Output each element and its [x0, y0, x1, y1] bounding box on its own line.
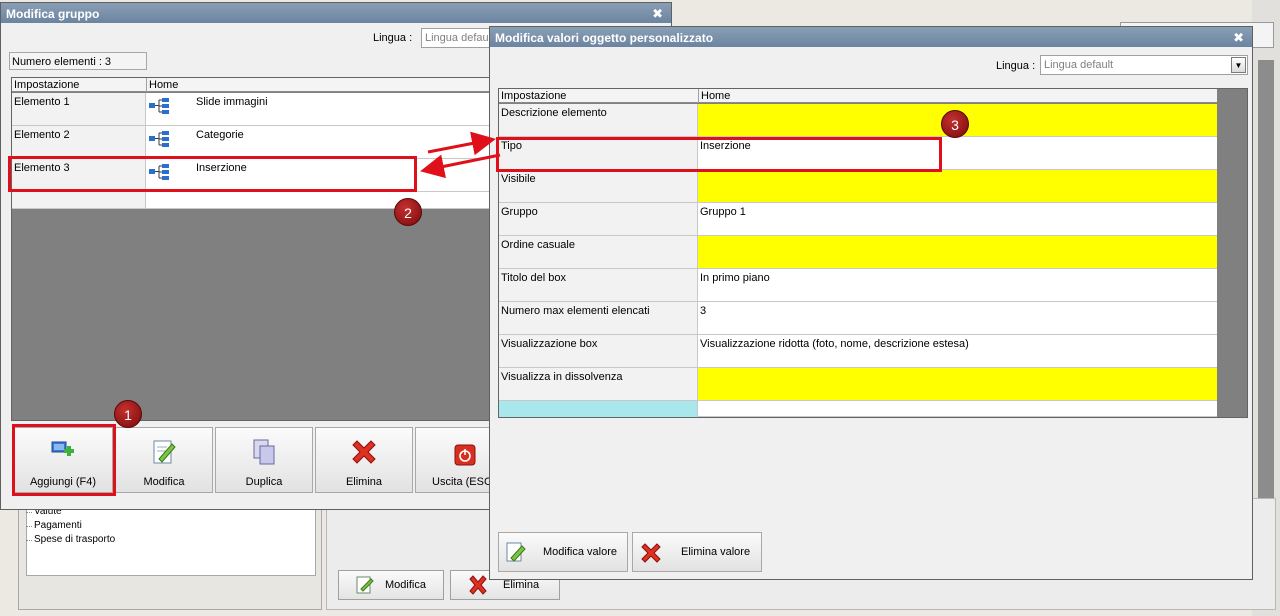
arrow-to-elemento	[420, 153, 501, 179]
annotation-badge-2: 2	[394, 198, 422, 226]
annotation-badge-1: 1	[114, 400, 142, 428]
arrow-to-tipo	[427, 131, 496, 156]
annotation-arrows	[420, 131, 501, 179]
annotation-badge-3: 3	[941, 110, 969, 138]
